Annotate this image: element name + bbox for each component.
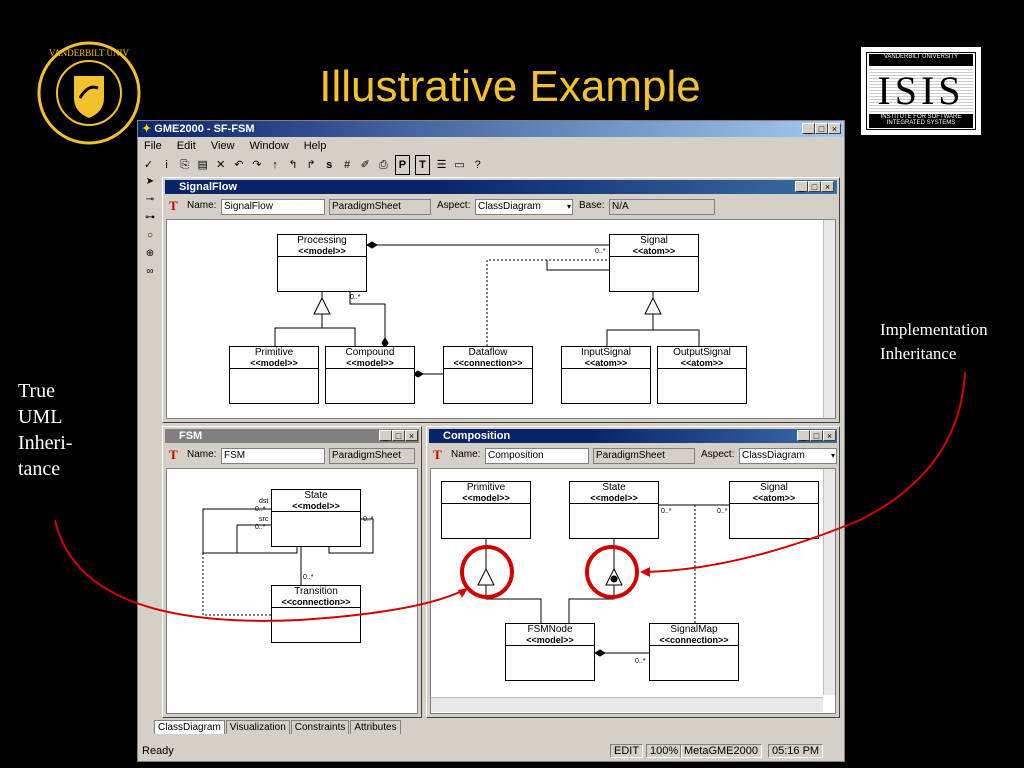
implementation-inheritance-arrow <box>643 371 966 573</box>
implementation-inheritance-highlight <box>585 545 639 599</box>
arrowhead-icon <box>640 567 650 577</box>
arrowhead-icon <box>458 588 468 598</box>
true-inheritance-arrow <box>54 519 465 622</box>
callout-overlay <box>54 371 966 622</box>
true-inheritance-highlight <box>460 545 514 599</box>
